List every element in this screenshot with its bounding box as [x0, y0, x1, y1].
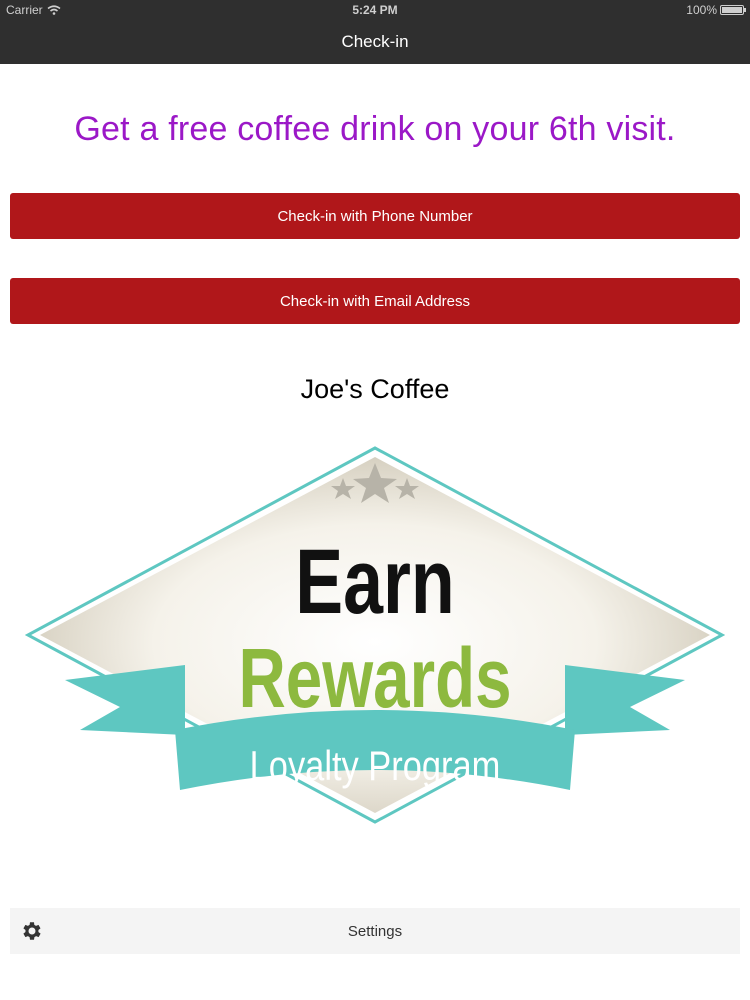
ribbon-tail-right	[565, 665, 685, 735]
battery-icon	[720, 5, 746, 15]
ribbon-tail-left	[65, 665, 185, 735]
nav-title: Check-in	[341, 32, 409, 51]
status-time: 5:24 PM	[352, 3, 398, 17]
settings-label: Settings	[347, 922, 403, 940]
battery-info: 100%	[686, 3, 746, 17]
checkin-email-button[interactable]: Check-in with Email Address	[10, 278, 740, 324]
battery-percent: 100%	[686, 3, 717, 17]
settings-bar[interactable]: Settings	[10, 908, 740, 954]
promo-text: Get a free coffee drink on your 6th visi…	[74, 110, 676, 148]
checkin-phone-button[interactable]: Check-in with Phone Number	[10, 193, 740, 239]
gear-icon[interactable]	[20, 919, 44, 943]
nav-bar: Check-in	[0, 20, 750, 64]
status-bar: Carrier 5:24 PM 100%	[0, 0, 750, 20]
earn-rewards-logo: Earn Rewards Loyalty Program	[25, 446, 725, 824]
logo-banner-text: Loyalty Program	[250, 743, 501, 790]
logo-rewards-text: Rewards	[238, 631, 511, 725]
logo-earn-text: Earn	[295, 530, 455, 633]
shop-name: Joe's Coffee	[300, 374, 450, 404]
